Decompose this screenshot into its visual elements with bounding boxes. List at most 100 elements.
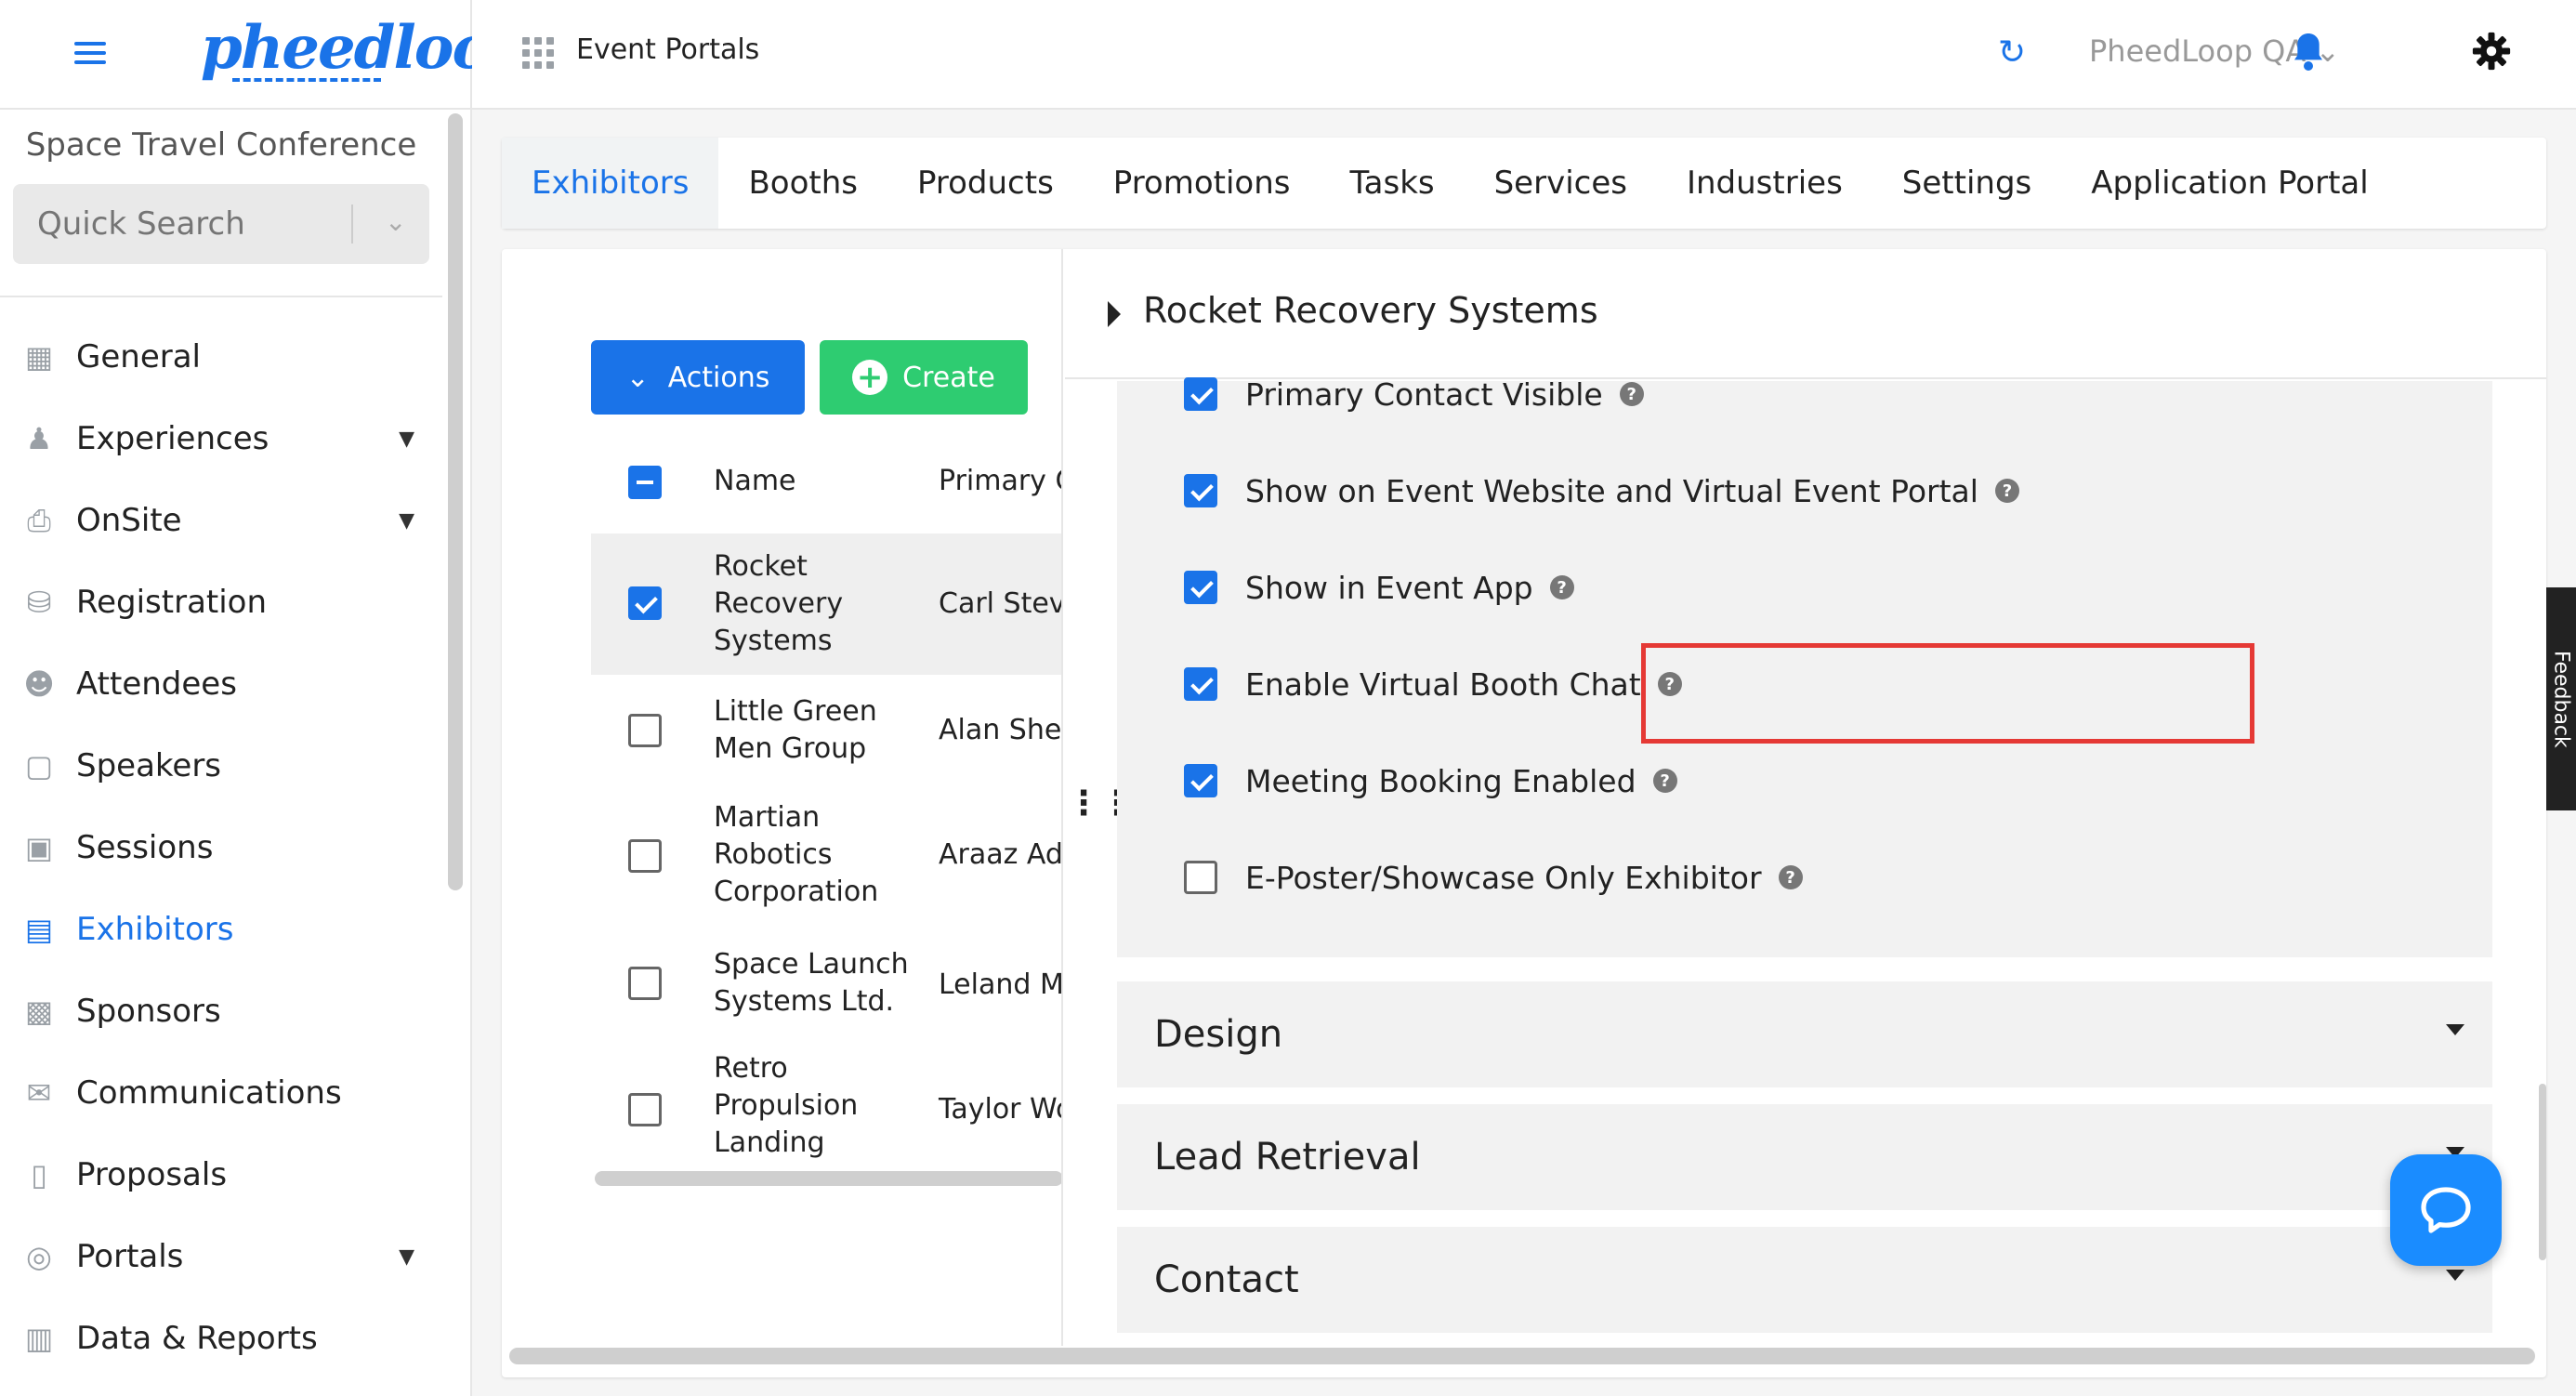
tab-promotions[interactable]: Promotions <box>1084 138 1321 229</box>
help-icon[interactable]: ? <box>1652 769 1677 793</box>
apps-grid-icon[interactable] <box>522 37 554 69</box>
list-horizontal-scrollbar[interactable] <box>595 1171 1061 1186</box>
sidebar-item-label: Experiences <box>76 420 269 457</box>
refresh-icon[interactable]: ↻ <box>1998 33 2026 72</box>
create-button[interactable]: + Create <box>820 340 1028 415</box>
column-header-name[interactable]: Name <box>714 465 796 497</box>
setting-show-on-website[interactable]: Show on Event Website and Virtual Event … <box>1184 463 2019 519</box>
help-icon[interactable]: ? <box>1657 672 1682 696</box>
table-row[interactable]: Martian Robotics Corporation Araaz Ade <box>591 786 1063 928</box>
name-line: Propulsion <box>714 1089 859 1122</box>
setting-eposter-only[interactable]: E-Poster/Showcase Only Exhibitor ? <box>1184 849 1803 905</box>
tab-industries[interactable]: Industries <box>1657 138 1873 229</box>
sidebar-item-label: Data & Reports <box>76 1320 318 1357</box>
name-line: Robotics <box>714 838 833 871</box>
sidebar-item-label: Registration <box>76 584 268 621</box>
chevron-down-icon[interactable]: ⌄ <box>385 206 406 237</box>
name-line: Systems Ltd. <box>714 985 895 1018</box>
eposter-only-checkbox[interactable] <box>1184 861 1217 894</box>
hamburger-menu-icon[interactable] <box>74 37 106 69</box>
feedback-tab[interactable]: Feedback <box>2546 587 2576 810</box>
sidebar-item-experiences[interactable]: ♟ Experiences ▼ <box>0 398 442 480</box>
logo-underline <box>232 78 381 82</box>
content-horizontal-scrollbar[interactable] <box>509 1348 2535 1364</box>
tab-products[interactable]: Products <box>887 138 1084 229</box>
row-checkbox[interactable] <box>628 586 662 620</box>
primary-contact: Araaz Ade <box>939 838 1063 871</box>
org-name: PheedLoop QA <box>2089 33 2307 69</box>
name-line: Little Green <box>714 695 877 728</box>
quick-search[interactable]: ⌄ <box>13 184 429 264</box>
select-all-checkbox[interactable] <box>628 466 662 499</box>
exhibitor-name: Retro Propulsion Landing <box>714 1050 858 1162</box>
column-header-primary-contact[interactable]: Primary C <box>939 465 1061 497</box>
tab-services[interactable]: Services <box>1465 138 1657 229</box>
tab-application-portal[interactable]: Application Portal <box>2061 138 2398 229</box>
caret-down-icon: ▼ <box>399 1245 414 1269</box>
row-checkbox[interactable] <box>628 714 662 747</box>
enable-virtual-booth-chat-checkbox[interactable] <box>1184 667 1217 701</box>
setting-label: E-Poster/Showcase Only Exhibitor <box>1245 859 1762 896</box>
help-icon[interactable]: ? <box>1549 575 1574 599</box>
sidebar-item-proposals[interactable]: ▯ Proposals <box>0 1134 442 1216</box>
table-row[interactable]: Rocket Recovery Systems Carl Steve <box>591 533 1061 675</box>
expand-triangle-icon[interactable] <box>1108 301 1121 327</box>
name-line: Systems <box>714 625 833 657</box>
table-row[interactable]: Little Green Men Group Alan Shep <box>591 675 1061 786</box>
setting-show-in-app[interactable]: Show in Event App ? <box>1184 560 1574 615</box>
exhibitor-name: Little Green Men Group <box>714 693 877 768</box>
show-on-website-checkbox[interactable] <box>1184 474 1217 507</box>
row-checkbox[interactable] <box>628 839 662 873</box>
bell-icon[interactable] <box>2290 30 2327 74</box>
show-in-app-checkbox[interactable] <box>1184 571 1217 604</box>
page-scrollbar[interactable] <box>2539 1084 2546 1260</box>
row-checkbox[interactable] <box>628 1093 662 1126</box>
accordion-design[interactable]: Design <box>1117 981 2492 1087</box>
exhibitor-name: Martian Robotics Corporation <box>714 799 878 911</box>
table-row[interactable]: Space Launch Systems Ltd. Leland Me <box>591 928 1061 1039</box>
help-icon[interactable]: ? <box>1778 865 1803 889</box>
exhibitor-list-panel: ⌄ Actions + Create Name Primary C Rocket… <box>502 249 1063 1346</box>
storefront-icon: ▤ <box>24 912 54 947</box>
sidebar-item-portals[interactable]: ◎ Portals ▼ <box>0 1216 442 1297</box>
sidebar-item-communications[interactable]: ✉ Communications <box>0 1052 442 1134</box>
setting-meeting-booking[interactable]: Meeting Booking Enabled ? <box>1184 753 1677 809</box>
exhibitor-detail-panel: Rocket Recovery Systems Primary Contact … <box>1065 249 2546 1346</box>
sidebar-item-data-reports[interactable]: ▥ Data & Reports <box>0 1297 442 1379</box>
chat-support-button[interactable] <box>2390 1154 2502 1266</box>
chevron-down-icon: ⌄ <box>625 361 650 394</box>
sidebar-scrollbar[interactable] <box>448 113 463 890</box>
tab-booths[interactable]: Booths <box>718 138 887 229</box>
help-icon[interactable]: ? <box>1619 382 1644 406</box>
sidebar-item-registration[interactable]: ⛁ Registration <box>0 561 442 643</box>
accordion-lead-retrieval[interactable]: Lead Retrieval <box>1117 1104 2492 1210</box>
name-line: Recovery <box>714 587 844 620</box>
help-icon[interactable]: ? <box>1994 479 2019 503</box>
table-row[interactable]: Retro Propulsion Landing Taylor Wo <box>591 1039 1061 1180</box>
quick-search-input[interactable] <box>37 203 335 245</box>
sidebar-item-sponsors[interactable]: ▩ Sponsors <box>0 970 442 1052</box>
row-checkbox[interactable] <box>628 967 662 1000</box>
actions-button[interactable]: ⌄ Actions <box>591 340 805 415</box>
accordion-contact[interactable]: Contact <box>1117 1227 2492 1333</box>
detail-header[interactable]: Rocket Recovery Systems <box>1065 249 2546 379</box>
setting-enable-virtual-booth-chat[interactable]: Enable Virtual Booth Chat ? <box>1184 656 1682 712</box>
tab-exhibitors[interactable]: Exhibitors <box>502 138 719 229</box>
sidebar-item-speakers[interactable]: ▢ Speakers <box>0 725 442 807</box>
meeting-booking-checkbox[interactable] <box>1184 764 1217 797</box>
sidebar-item-exhibitors[interactable]: ▤ Exhibitors <box>0 889 442 970</box>
sidebar-item-general[interactable]: ▦ General <box>0 316 442 398</box>
topbar: Event Portals ↻ PheedLoop QA ⌄ <box>472 0 2576 110</box>
sidebar-item-attendees[interactable]: ☻ Attendees <box>0 643 442 725</box>
sidebar-item-label: Proposals <box>76 1156 228 1193</box>
sidebar-item-onsite[interactable]: ⎙ OnSite ▼ <box>0 480 442 561</box>
tab-settings[interactable]: Settings <box>1873 138 2061 229</box>
name-line: Retro <box>714 1052 788 1085</box>
sidebar-item-sessions[interactable]: ▣ Sessions <box>0 807 442 889</box>
gear-icon[interactable] <box>2472 32 2511 71</box>
laptop-icon: ▣ <box>24 830 54 865</box>
setting-primary-contact-visible[interactable]: Primary Contact Visible ? <box>1184 366 1644 422</box>
document-icon: ▯ <box>31 1157 47 1192</box>
primary-contact-visible-checkbox[interactable] <box>1184 377 1217 411</box>
tab-tasks[interactable]: Tasks <box>1321 138 1465 229</box>
